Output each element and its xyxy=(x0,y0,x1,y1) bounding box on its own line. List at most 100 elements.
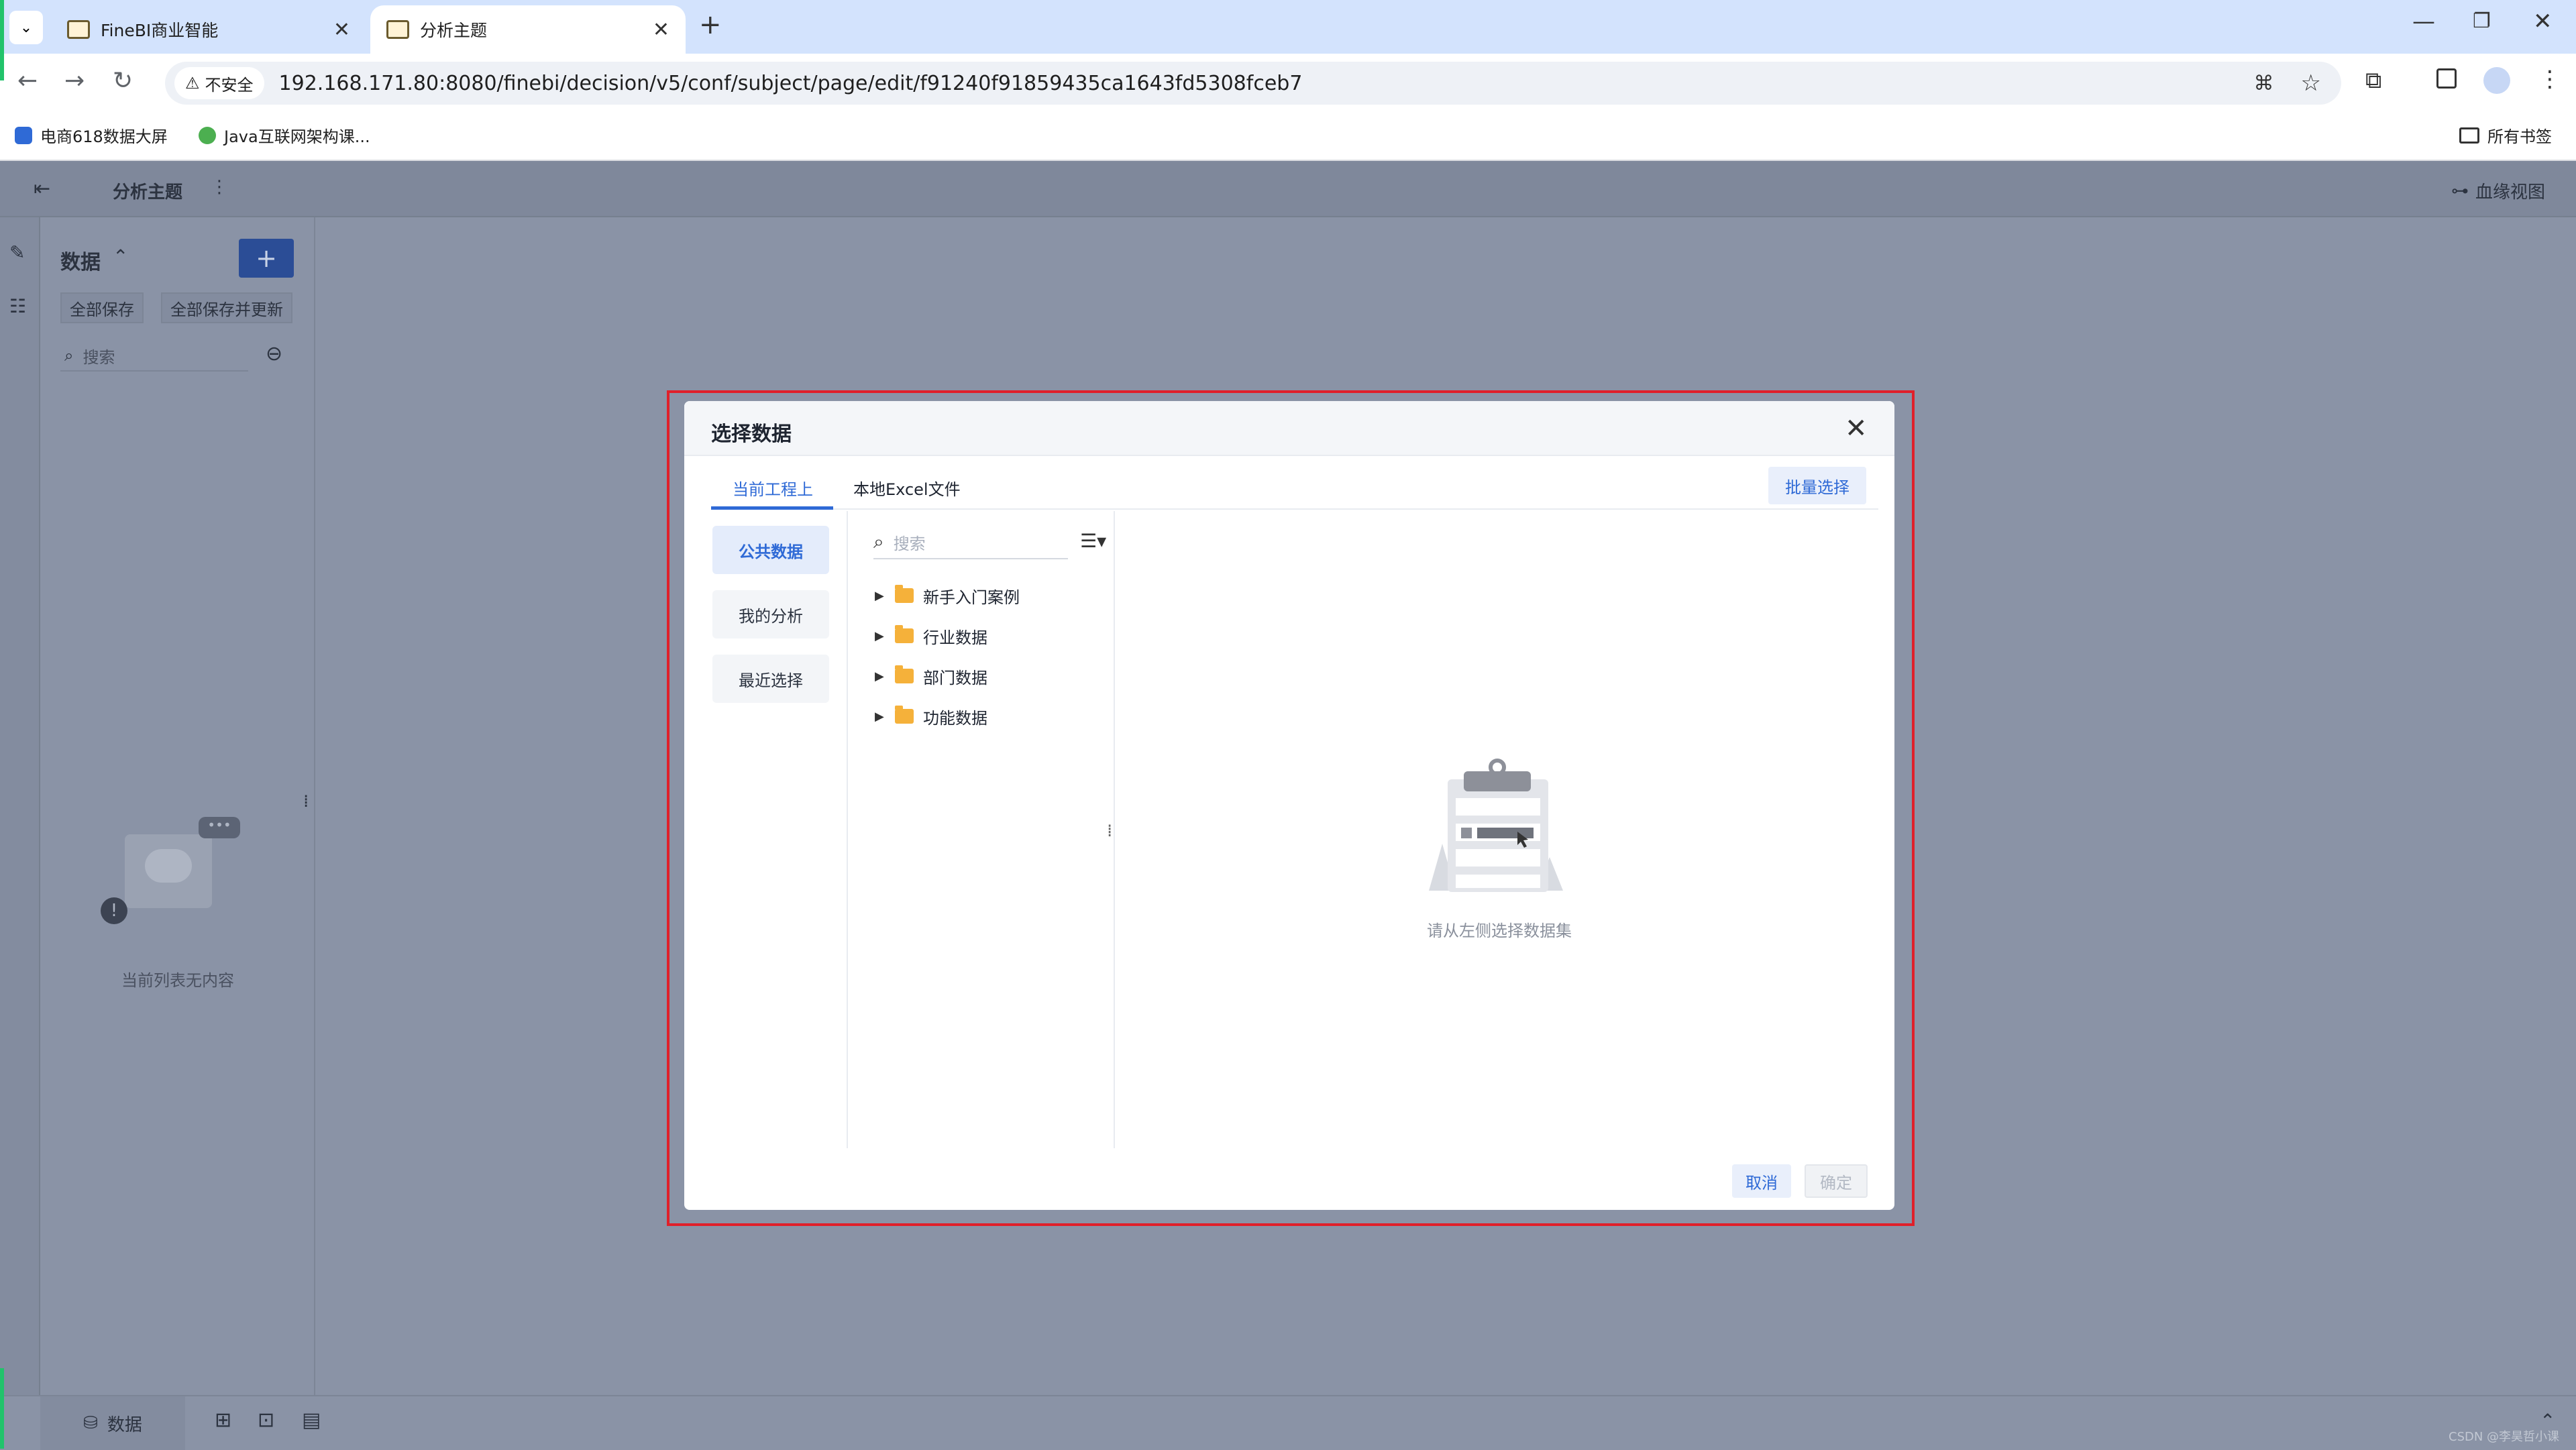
watermark: CSDN @李昊哲小课 xyxy=(2449,1430,2560,1444)
cancel-button[interactable]: 取消 xyxy=(1732,1164,1791,1198)
back-icon[interactable]: ← xyxy=(17,67,38,95)
more-icon[interactable]: ⋮ xyxy=(211,177,228,197)
resize-handle-icon[interactable]: ⁞ xyxy=(1107,821,1112,841)
bookmark-item[interactable]: Java互联网架构课... xyxy=(199,123,370,147)
edge-marker xyxy=(0,1368,4,1449)
finebi-favicon-icon xyxy=(386,20,409,39)
search-placeholder: 搜索 xyxy=(83,347,115,367)
bookmark-favicon-icon xyxy=(199,126,216,144)
save-all-button[interactable]: 全部保存 xyxy=(60,292,144,323)
lineage-icon: ⊶ xyxy=(2451,180,2469,201)
bottom-bar: ⛁ 数据 ⊞ ⊡ ▤ ⌃ CSDN @李昊哲小课 xyxy=(0,1395,2576,1450)
folder-icon xyxy=(895,706,914,724)
confirm-button[interactable]: 确定 xyxy=(1805,1164,1868,1198)
expand-arrow-icon[interactable]: ▶ xyxy=(875,589,895,603)
security-chip[interactable]: ⚠ 不安全 xyxy=(174,67,264,99)
new-tab-icon[interactable]: + xyxy=(699,9,722,40)
column-divider xyxy=(1114,511,1115,1148)
finebi-favicon-icon xyxy=(67,20,90,39)
collapse-icon[interactable]: ⌃ xyxy=(113,245,128,268)
all-bookmarks[interactable]: 所有书签 xyxy=(2459,123,2552,147)
search-placeholder: 搜索 xyxy=(893,534,926,553)
close-tab-icon[interactable]: ✕ xyxy=(333,18,350,42)
tree-item[interactable]: ▶ 新手入门案例 xyxy=(875,579,1020,612)
tab-local-excel[interactable]: 本地Excel文件 xyxy=(853,476,961,500)
empty-hint-text: 请从左侧选择数据集 xyxy=(1427,922,1572,940)
folder-icon xyxy=(895,585,914,603)
edit-icon[interactable]: ✎ xyxy=(9,241,25,264)
add-component-icon[interactable]: ⊞ xyxy=(215,1408,231,1432)
browser-tab-bar: ⌄ FineBI商业智能 ✕ 分析主题 ✕ + — ❐ ✕ xyxy=(0,0,2576,54)
forward-icon[interactable]: → xyxy=(64,67,85,95)
bookmark-label: 电商618数据大屏 xyxy=(40,127,168,146)
active-tab-indicator xyxy=(711,506,833,510)
filter-sort-icon[interactable]: ☰▾ xyxy=(1080,530,1106,552)
tab-finebi[interactable]: FineBI商业智能 ✕ xyxy=(51,5,366,54)
tree-item-label: 行业数据 xyxy=(923,628,987,647)
all-bookmarks-label: 所有书签 xyxy=(2487,127,2552,146)
folder-icon xyxy=(895,665,914,683)
security-label: 不安全 xyxy=(205,75,254,95)
lineage-view-button[interactable]: ⊶ 血缘视图 xyxy=(2451,178,2545,203)
sidebar-item-my-analysis[interactable]: 我的分析 xyxy=(712,590,829,638)
side-panel-icon[interactable] xyxy=(2436,68,2457,89)
expand-arrow-icon[interactable]: ▶ xyxy=(875,669,895,683)
expand-arrow-icon[interactable]: ▶ xyxy=(875,710,895,724)
data-search-input[interactable]: ⌕ 搜索 xyxy=(60,341,248,372)
bookmark-favicon-icon xyxy=(15,126,32,144)
url-text[interactable]: 192.168.171.80:8080/finebi/decision/v5/c… xyxy=(279,72,1303,95)
minimize-icon[interactable]: — xyxy=(2412,8,2435,35)
empty-state-illustration: ••• ! xyxy=(98,817,240,924)
bookmark-item[interactable]: 电商618数据大屏 xyxy=(15,123,168,147)
folder-icon xyxy=(2459,127,2479,144)
more-options-icon[interactable]: ⊖ xyxy=(266,342,282,366)
close-tab-icon[interactable]: ✕ xyxy=(653,18,669,42)
expand-arrow-icon[interactable]: ▶ xyxy=(875,629,895,643)
bookmark-star-icon[interactable]: ☆ xyxy=(2301,70,2321,97)
bookmarks-bar xyxy=(0,113,2576,161)
sidebar-item-public-data[interactable]: 公共数据 xyxy=(712,526,829,574)
resize-handle-icon[interactable]: ⁞ xyxy=(303,791,309,812)
alert-icon: ! xyxy=(101,897,127,924)
reload-icon[interactable]: ↻ xyxy=(113,67,133,95)
tab-analysis-subject[interactable]: 分析主题 ✕ xyxy=(370,5,686,54)
extensions-icon[interactable]: ⧉ xyxy=(2365,67,2381,94)
close-icon[interactable]: ✕ xyxy=(1845,413,1868,444)
tree-item[interactable]: ▶ 部门数据 xyxy=(875,660,987,692)
menu-icon[interactable]: ⋮ xyxy=(2538,66,2561,93)
search-icon: ⌕ xyxy=(64,346,74,365)
save-all-update-button[interactable]: 全部保存并更新 xyxy=(161,292,292,323)
profile-avatar[interactable] xyxy=(2483,67,2510,94)
data-panel: 数据 ⌃ + 全部保存 全部保存并更新 ⌕ 搜索 ⊖ ••• ! 当前列表无内容 xyxy=(40,217,315,1398)
select-data-dialog: 选择数据 ✕ 当前工程上 本地Excel文件 批量选择 公共数据 我的分析 最近… xyxy=(684,401,1894,1210)
layers-icon[interactable]: ☷ xyxy=(9,295,26,317)
tree-item[interactable]: ▶ 行业数据 xyxy=(875,620,987,652)
dialog-title: 选择数据 xyxy=(711,423,792,446)
tree-item-label: 部门数据 xyxy=(923,668,987,687)
translate-icon[interactable]: ⌘ xyxy=(2254,72,2274,95)
app-header: ⇤ 分析主题 ⋮ ⊶ 血缘视图 xyxy=(0,161,2576,217)
add-report-icon[interactable]: ▤ xyxy=(302,1408,321,1432)
data-panel-title: 数据 xyxy=(60,251,101,274)
restore-icon[interactable]: ❐ xyxy=(2473,9,2491,33)
sidebar-item-recent[interactable]: 最近选择 xyxy=(712,655,829,703)
tree-item-label: 新手入门案例 xyxy=(923,588,1020,607)
bottom-tab-data[interactable]: ⛁ 数据 xyxy=(40,1396,185,1450)
edge-marker xyxy=(0,0,4,80)
batch-select-button[interactable]: 批量选择 xyxy=(1768,467,1866,504)
tab-current-project[interactable]: 当前工程上 xyxy=(733,476,813,500)
left-rail: ✎ ☷ xyxy=(0,217,40,1398)
add-data-button[interactable]: + xyxy=(239,239,294,278)
tree-item[interactable]: ▶ 功能数据 xyxy=(875,700,987,732)
exit-icon[interactable]: ⇤ xyxy=(34,177,50,201)
lineage-label: 血缘视图 xyxy=(2475,182,2546,203)
column-divider xyxy=(847,511,848,1148)
tree-item-label: 功能数据 xyxy=(923,708,987,728)
bookmark-label: Java互联网架构课... xyxy=(224,127,370,146)
window-close-icon[interactable]: ✕ xyxy=(2533,8,2553,35)
add-dashboard-icon[interactable]: ⊡ xyxy=(258,1408,274,1432)
search-icon: ⌕ xyxy=(873,531,884,553)
dataset-search-input[interactable]: ⌕ 搜索 xyxy=(873,526,1068,559)
address-bar[interactable]: ⚠ 不安全 192.168.171.80:8080/finebi/decisio… xyxy=(165,62,2341,105)
tab-search-icon[interactable]: ⌄ xyxy=(9,11,43,44)
